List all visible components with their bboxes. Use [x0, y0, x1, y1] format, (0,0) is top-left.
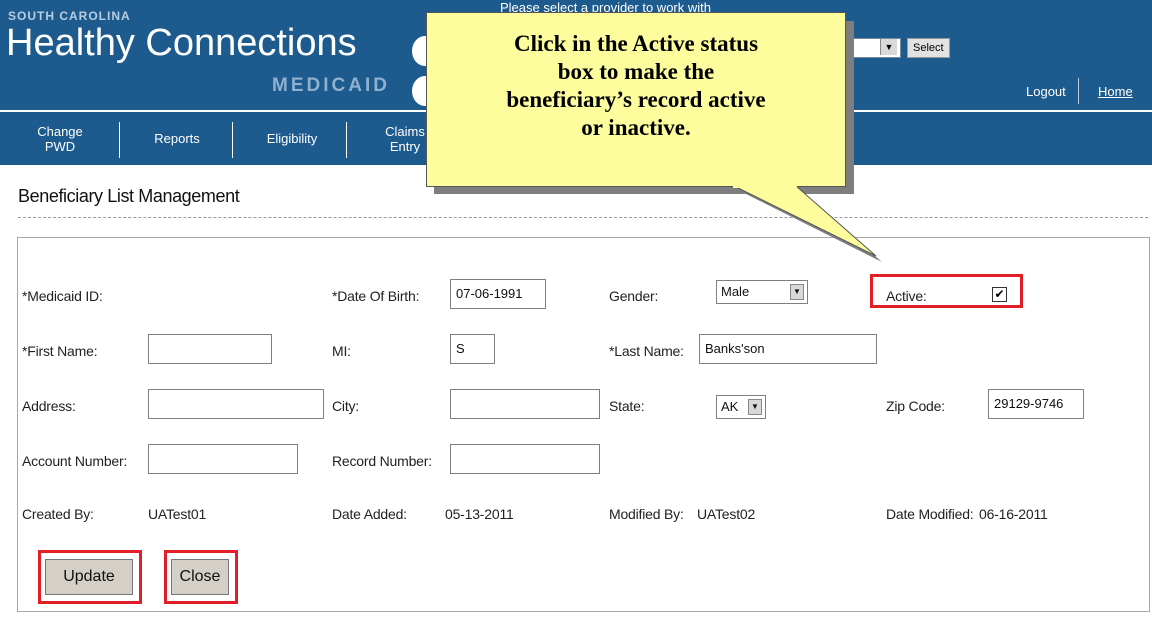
city-field[interactable]: [450, 389, 600, 419]
state-value: AK: [721, 399, 739, 414]
address-label: Address:: [22, 398, 76, 414]
date-modified-label: Date Modified:: [886, 506, 974, 522]
date-modified-value: 06-16-2011: [979, 506, 1048, 522]
close-button[interactable]: Close: [171, 559, 229, 595]
state-label: State:: [609, 398, 645, 414]
account-number-field[interactable]: [148, 444, 298, 474]
chevron-down-icon[interactable]: ▼: [748, 399, 762, 415]
created-by-label: Created By:: [22, 506, 94, 522]
callout-line: box to make the: [557, 59, 715, 84]
first-name-field[interactable]: [148, 334, 272, 364]
gender-value: Male: [721, 284, 750, 299]
medicaid-id-label: *Medicaid ID:: [22, 288, 103, 304]
gender-label: Gender:: [609, 288, 659, 304]
callout-text: Click in the Active status box to make t…: [426, 30, 846, 142]
title-divider: [18, 217, 1148, 218]
first-name-label: *First Name:: [22, 343, 98, 359]
header-divider: [1078, 78, 1079, 104]
last-name-field[interactable]: Banks'son: [699, 334, 877, 364]
callout-line: Click in the Active status: [513, 31, 759, 56]
last-name-label: *Last Name:: [609, 343, 684, 359]
chevron-down-icon[interactable]: ▼: [880, 39, 897, 55]
brand-medicaid-text: MEDICAID: [272, 75, 390, 96]
address-field[interactable]: [148, 389, 324, 419]
brand-logo-text: Healthy Connections: [6, 22, 357, 64]
page-title: Beneficiary List Management: [18, 186, 240, 206]
nav-eligibility[interactable]: Eligibility: [252, 112, 332, 165]
logout-link[interactable]: Logout: [1026, 84, 1066, 99]
update-button[interactable]: Update: [45, 559, 133, 595]
gender-select[interactable]: Male ▼: [716, 280, 808, 304]
callout-line: or inactive.: [581, 115, 691, 140]
date-added-value: 05-13-2011: [445, 506, 514, 522]
dob-label: *Date Of Birth:: [332, 288, 420, 304]
zip-label: Zip Code:: [886, 398, 945, 414]
nav-divider: [119, 122, 120, 158]
nav-change-pwd[interactable]: Change PWD: [22, 112, 98, 165]
record-number-label: Record Number:: [332, 453, 432, 469]
nav-divider: [232, 122, 233, 158]
brand-state-text: SOUTH CAROLINA: [8, 9, 131, 23]
state-select[interactable]: AK ▼: [716, 395, 766, 419]
account-number-label: Account Number:: [22, 453, 128, 469]
chevron-down-icon[interactable]: ▼: [790, 284, 804, 300]
city-label: City:: [332, 398, 360, 414]
callout-line: beneficiary’s record active: [506, 87, 766, 112]
active-checkbox[interactable]: ✔: [992, 287, 1007, 302]
callout-seam: [733, 184, 797, 188]
mi-field[interactable]: S: [450, 334, 495, 364]
dob-field[interactable]: 07-06-1991: [450, 279, 546, 309]
modified-by-label: Modified By:: [609, 506, 684, 522]
nav-divider: [346, 122, 347, 158]
active-label: Active:: [886, 288, 927, 304]
zip-field[interactable]: 29129-9746: [988, 389, 1084, 419]
home-link[interactable]: Home: [1098, 84, 1133, 99]
nav-reports[interactable]: Reports: [140, 112, 214, 165]
date-added-label: Date Added:: [332, 506, 407, 522]
select-provider-button[interactable]: Select: [907, 38, 950, 58]
modified-by-value: UATest02: [697, 506, 756, 522]
record-number-field[interactable]: [450, 444, 600, 474]
created-by-value: UATest01: [148, 506, 207, 522]
mi-label: MI:: [332, 343, 351, 359]
